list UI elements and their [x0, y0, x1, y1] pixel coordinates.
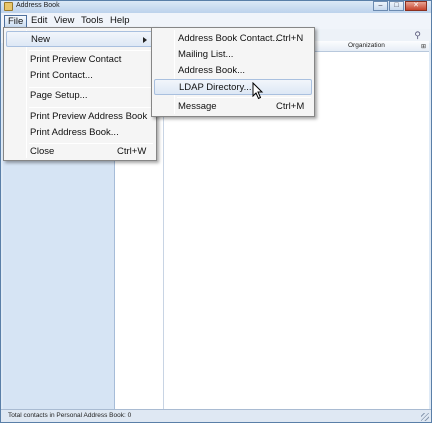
- column-organization[interactable]: Organization: [348, 42, 385, 49]
- column-picker-icon[interactable]: ⊞: [421, 43, 426, 50]
- file-menu-print-address-book[interactable]: Print Address Book...: [6, 125, 154, 141]
- menu-separator: [177, 97, 311, 98]
- file-menu-print-preview-address-book[interactable]: Print Preview Address Book: [6, 109, 154, 125]
- submenu-item-label: Address Book Contact...: [178, 33, 281, 44]
- maximize-button[interactable]: □: [389, 1, 404, 11]
- window-title: Address Book: [16, 2, 60, 9]
- file-menu-item-label: Print Address Book...: [30, 127, 119, 138]
- new-message[interactable]: Message Ctrl+M: [154, 99, 312, 115]
- close-button[interactable]: ✕: [405, 1, 427, 11]
- search-icon[interactable]: ⚲: [414, 30, 421, 41]
- file-menu-item-label: Print Preview Address Book: [30, 111, 148, 122]
- submenu-item-label: Mailing List...: [178, 49, 234, 60]
- new-address-book-contact[interactable]: Address Book Contact... Ctrl+N: [154, 31, 312, 47]
- chevron-right-icon: [143, 37, 147, 43]
- file-menu-new[interactable]: New: [6, 31, 154, 47]
- new-ldap-directory[interactable]: LDAP Directory...: [154, 79, 312, 95]
- mouse-cursor-icon: [252, 82, 264, 100]
- shortcut-label: Ctrl+M: [276, 101, 305, 112]
- shortcut-label: Ctrl+N: [276, 33, 304, 44]
- address-book-icon: [4, 2, 13, 11]
- title-bar: Address Book – □ ✕: [1, 1, 431, 13]
- minimize-button[interactable]: –: [373, 1, 388, 11]
- file-menu-close[interactable]: Close Ctrl+W: [6, 144, 154, 160]
- new-address-book[interactable]: Address Book...: [154, 63, 312, 79]
- menu-separator: [29, 107, 153, 108]
- shortcut-label: Ctrl+W: [117, 146, 147, 157]
- new-submenu: Address Book Contact... Ctrl+N Mailing L…: [151, 27, 315, 117]
- submenu-item-label: LDAP Directory...: [179, 82, 252, 93]
- resize-grip-icon[interactable]: [421, 413, 429, 421]
- submenu-item-label: Address Book...: [178, 65, 246, 76]
- file-menu: New Print Preview Contact Print Contact.…: [3, 27, 157, 161]
- file-menu-page-setup[interactable]: Page Setup...: [6, 88, 154, 104]
- status-text: Total contacts in Personal Address Book:…: [8, 412, 132, 419]
- status-bar: Total contacts in Personal Address Book:…: [1, 409, 431, 422]
- file-menu-print-preview-contact[interactable]: Print Preview Contact: [6, 52, 154, 68]
- file-menu-new-label: New: [31, 34, 51, 45]
- file-menu-print-contact[interactable]: Print Contact...: [6, 68, 154, 84]
- file-menu-item-label: Print Preview Contact: [30, 54, 122, 65]
- file-menu-item-label: Page Setup...: [30, 90, 88, 101]
- submenu-item-label: Message: [178, 101, 217, 112]
- new-mailing-list[interactable]: Mailing List...: [154, 47, 312, 63]
- file-menu-item-label: Print Contact...: [30, 70, 93, 81]
- menu-separator: [29, 50, 153, 51]
- file-menu-item-label: Close: [30, 146, 55, 157]
